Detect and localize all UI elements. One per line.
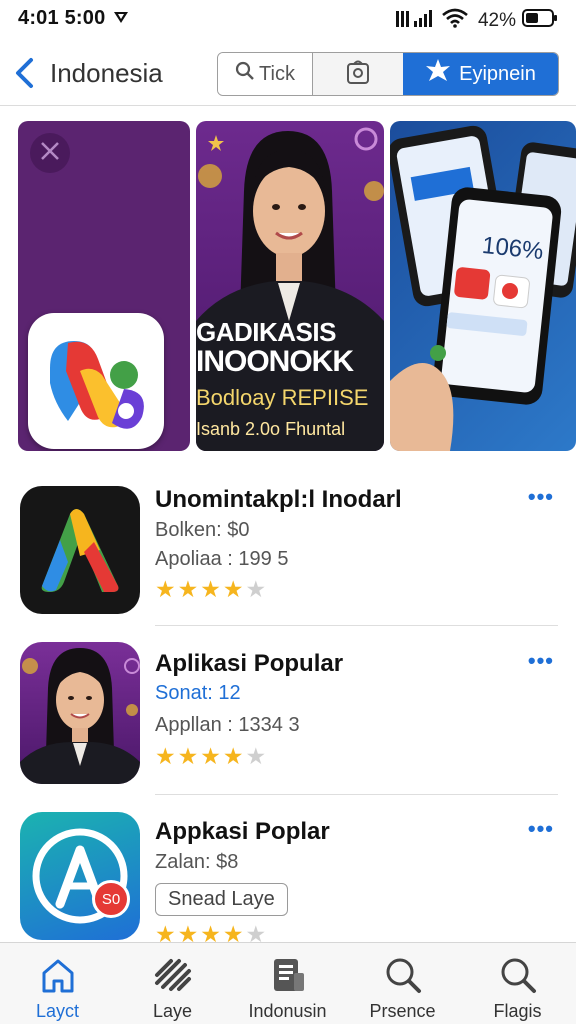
star-icon: ★: [155, 576, 176, 602]
document-icon: [268, 955, 308, 995]
star-empty-icon: ★: [245, 576, 267, 602]
segment-explore-label: Eyipnein: [459, 62, 536, 85]
tab-layct[interactable]: Layct: [0, 943, 115, 1024]
star-icon: ★: [222, 576, 244, 602]
cellular-signal-icon: [395, 9, 436, 32]
more-options-button[interactable]: •••: [528, 816, 554, 842]
action-button[interactable]: Snead Laye: [155, 883, 288, 916]
segment-bag[interactable]: [313, 53, 403, 95]
app-price: Bolken: $0: [155, 519, 250, 541]
search-icon: [498, 955, 538, 995]
home-icon: [38, 955, 78, 995]
app-detail: Appllan : 1334 3: [155, 714, 300, 736]
promo-headline-2: INOONOKK: [196, 345, 354, 378]
row-divider: [155, 625, 558, 626]
rating-stars: ★ ★ ★ ★ ★: [155, 745, 266, 768]
app-detail: Apoliaa : 199 5: [155, 548, 289, 570]
app-price: Zalan: $8: [155, 851, 239, 873]
wifi-icon: [442, 8, 468, 33]
rating-stars: ★ ★ ★ ★ ★: [155, 921, 267, 943]
star-empty-icon: ★: [245, 743, 267, 769]
promo-subline: Bodloay REPIISE: [196, 385, 369, 410]
rating-stars: ★ ★ ★ ★ ★: [155, 578, 266, 601]
top-nav-bar: Indonesia Tick Eyipnein: [0, 44, 576, 106]
tab-label: Indonusin: [248, 1001, 327, 1021]
list-item[interactable]: Unomintakpl:l Inodarl Bolken: $0 Apoliaa…: [0, 480, 576, 626]
chevron-left-icon: [12, 58, 38, 94]
star-icon: ★: [200, 743, 221, 769]
promo-headline-1: GADIKASIS: [196, 317, 336, 347]
search-icon: [235, 61, 255, 87]
app-icon-2: [20, 642, 140, 784]
segment-search[interactable]: Tick: [218, 53, 313, 95]
star-icon: ★: [155, 743, 176, 769]
tab-label: Laye: [152, 1001, 193, 1021]
layers-icon: [153, 955, 193, 995]
colorful-a-logo-icon: [41, 509, 119, 592]
back-button[interactable]: [12, 56, 42, 90]
carousel-card-promo[interactable]: GADIKASIS INOONOKK Bodloay REPIISE Isanb…: [196, 121, 384, 451]
app-logo-tile: [28, 313, 164, 449]
location-arrow-icon: [113, 9, 129, 30]
star-icon: ★: [155, 921, 176, 943]
tab-flagis[interactable]: Flagis: [460, 943, 575, 1024]
bottom-tab-bar: Layct Laye Indonusin Prsence Flagis: [0, 942, 576, 1024]
close-button[interactable]: [30, 133, 70, 173]
app-icon-3: S0: [20, 812, 140, 940]
star-icon: ★: [222, 743, 244, 769]
star-icon: ★: [200, 921, 221, 943]
battery-percent: 42%: [477, 9, 516, 31]
tab-prsence[interactable]: Prsence: [345, 943, 460, 1024]
phones-illustration: [390, 125, 576, 451]
row-divider: [155, 794, 558, 795]
app-name[interactable]: Appkasi Poplar: [155, 818, 330, 846]
star-icon: ★: [222, 921, 244, 943]
more-options-button[interactable]: •••: [528, 648, 554, 674]
tab-label: Layct: [35, 1001, 80, 1021]
app-name[interactable]: Aplikasi Popular: [155, 650, 343, 678]
colorful-app-logo-icon: [50, 341, 144, 429]
list-item[interactable]: Aplikasi Popular Sonat: 12 Appllan : 133…: [0, 640, 576, 796]
star-empty-icon: ★: [245, 921, 267, 943]
bag-icon: [346, 59, 370, 90]
segmented-control: Tick Eyipnein: [217, 52, 559, 96]
tab-laye[interactable]: Laye: [115, 943, 230, 1024]
star-icon: ★: [177, 921, 199, 943]
carousel-card-phones[interactable]: 106%: [390, 121, 576, 451]
woman-portrait-image: [20, 648, 140, 784]
promo-footnote: Isanb 2.0o Fhuntal: [196, 419, 346, 439]
battery-icon: [522, 9, 558, 32]
app-rank: Sonat: 12: [155, 682, 241, 704]
app-icon-1: [20, 486, 140, 614]
list-item[interactable]: S0 Appkasi Poplar Zalan: $8 Snead Laye ★…: [0, 808, 576, 942]
carousel-card-app[interactable]: [18, 121, 190, 451]
close-icon: [39, 140, 61, 167]
status-bar: 4:01 5:00 42%: [0, 0, 576, 40]
status-time: 4:01 5:00: [18, 7, 106, 29]
tab-label: Prsence: [369, 1001, 436, 1021]
more-options-button[interactable]: •••: [528, 484, 554, 510]
star-icon: ★: [200, 576, 221, 602]
segment-explore[interactable]: Eyipnein: [403, 53, 558, 95]
notification-badge: S0: [92, 880, 130, 918]
tab-label: Flagis: [493, 1001, 542, 1021]
app-store-a-logo-icon: [32, 828, 128, 924]
star-burst-icon: [425, 58, 451, 90]
tab-indonusin[interactable]: Indonusin: [230, 943, 345, 1024]
search-icon: [383, 955, 423, 995]
featured-carousel[interactable]: GADIKASIS INOONOKK Bodloay REPIISE Isanb…: [0, 118, 576, 454]
app-name[interactable]: Unomintakpl:l Inodarl: [155, 486, 402, 514]
page-title: Indonesia: [50, 58, 163, 88]
star-icon: ★: [177, 576, 199, 602]
segment-search-label: Tick: [259, 62, 295, 85]
star-icon: ★: [177, 743, 199, 769]
